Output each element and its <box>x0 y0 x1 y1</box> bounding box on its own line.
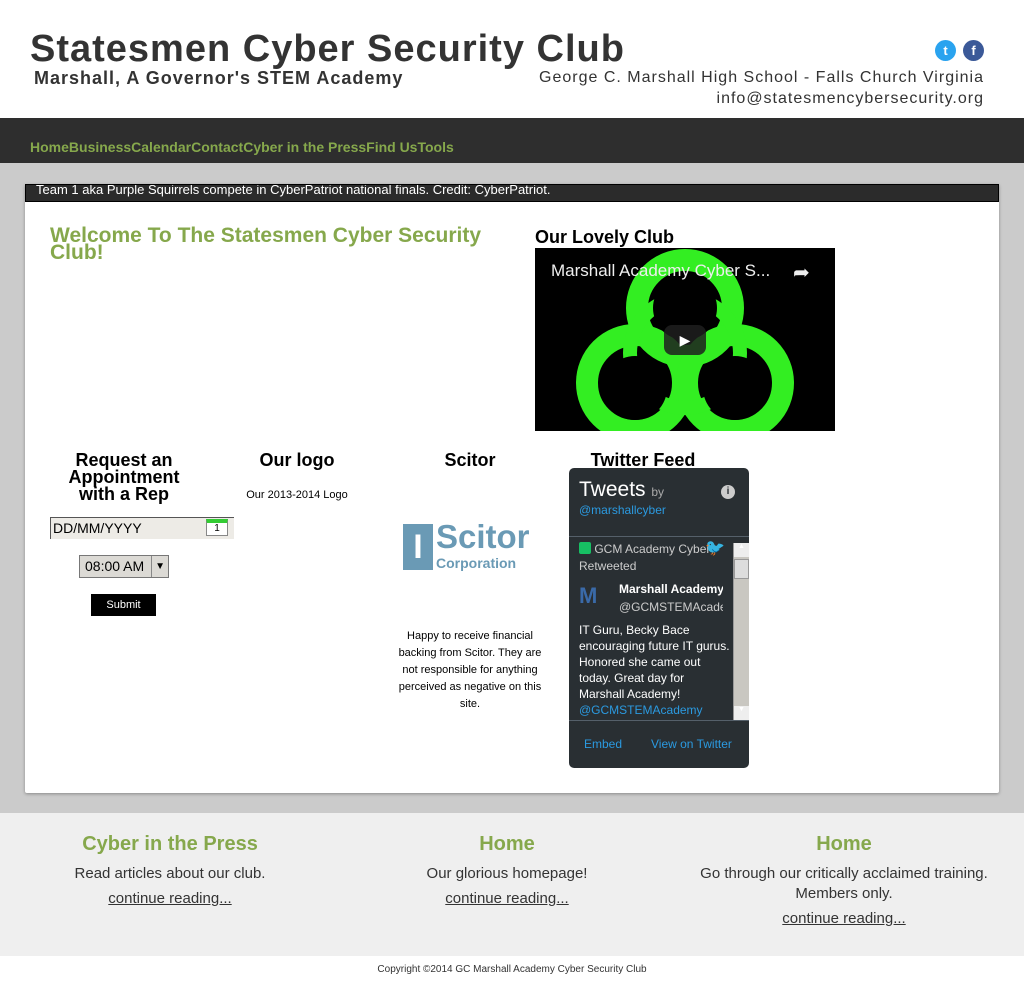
slideshow-caption[interactable]: Team 1 aka Purple Squirrels compete in C… <box>25 184 999 202</box>
author-avatar[interactable]: M <box>579 583 609 609</box>
video-title[interactable]: Marshall Academy Cyber S... <box>551 261 770 281</box>
time-select[interactable]: 08:00 AM ▼ <box>79 555 169 578</box>
video-player[interactable]: Marshall Academy Cyber S... ➦ ▶ <box>535 248 835 431</box>
retweet-icon <box>579 542 591 554</box>
scitor-logo-sub: Corporation <box>436 555 517 571</box>
nav-contact[interactable]: Contact <box>191 139 243 155</box>
site-title[interactable]: Statesmen Cyber Security Club <box>30 28 625 71</box>
continue-reading-link[interactable]: continue reading... <box>0 890 340 907</box>
date-input[interactable]: DD/MM/YYYY 1 <box>50 517 234 539</box>
email[interactable]: info@statesmencybersecurity.org <box>539 88 984 109</box>
calendar-icon[interactable]: 1 <box>206 519 228 536</box>
school-name: George C. Marshall High School - Falls C… <box>539 69 984 86</box>
scitor-text: Happy to receive financial backing from … <box>398 630 542 710</box>
twitter-handle[interactable]: @marshallcyber <box>579 503 666 517</box>
footer-col-title[interactable]: Cyber in the Press <box>0 833 340 856</box>
nav-calendar[interactable]: Calendar <box>131 139 191 155</box>
nav-find-us[interactable]: Find Us <box>366 139 417 155</box>
continue-reading-link[interactable]: continue reading... <box>337 890 677 907</box>
footer-col-training: Home Go through our critically acclaimed … <box>684 833 1004 927</box>
club-heading: Our Lovely Club <box>535 227 675 247</box>
nav-cyber-press[interactable]: Cyber in the Press <box>243 139 366 155</box>
scrollbar[interactable]: ▲ ▼ <box>733 543 749 720</box>
tweets-title: Tweets by <box>579 478 665 501</box>
tweet-mention[interactable]: @GCMSTEMAcademy <box>579 702 731 718</box>
contact-info: George C. Marshall High School - Falls C… <box>539 67 984 109</box>
tweet-text: IT Guru, Becky Bace encouraging future I… <box>579 622 731 720</box>
tweet-author-handle[interactable]: @GCMSTEMAcademy <box>619 600 723 614</box>
play-button[interactable]: ▶ <box>664 325 706 355</box>
scitor-logo[interactable]: I Scitor Corporation <box>403 518 538 572</box>
divider <box>569 720 749 721</box>
divider <box>569 536 749 537</box>
twitter-bird-icon: 🐦 <box>705 540 725 557</box>
view-on-twitter-link[interactable]: View on Twitter <box>651 737 732 751</box>
twitter-widget: Tweets by @marshallcyber i GCM Academy C… <box>569 468 749 768</box>
logo-heading: Our logo <box>259 450 335 470</box>
footer-col-desc: Go through our critically acclaimed trai… <box>700 865 988 902</box>
footer-col-desc: Our glorious homepage! <box>426 865 588 882</box>
continue-reading-link[interactable]: continue reading... <box>684 910 1004 927</box>
welcome-heading: Welcome To The Statesmen Cyber Security … <box>50 224 482 264</box>
nav-menu: Home Business Calendar Contact Cyber in … <box>30 139 454 155</box>
footer-col-desc: Read articles about our club. <box>74 865 266 882</box>
copyright: Copyright ©2014 GC Marshall Academy Cybe… <box>377 964 647 975</box>
nav-tools[interactable]: Tools <box>417 139 453 155</box>
embed-link[interactable]: Embed <box>584 737 622 751</box>
facebook-icon[interactable]: f <box>963 40 984 61</box>
scitor-heading: Scitor <box>444 450 496 470</box>
scitor-logo-text: Scitor <box>436 518 530 555</box>
logo-caption: Our 2013-2014 Logo <box>246 489 348 501</box>
date-placeholder: DD/MM/YYYY <box>53 520 142 536</box>
retweet-label: GCM Academy Cyber Retweeted <box>579 542 711 573</box>
appointment-heading: Request an Appointment with a Rep <box>68 450 180 504</box>
twitter-icon[interactable]: t <box>935 40 956 61</box>
tweet-author[interactable]: Marshall Academy <box>619 582 723 596</box>
tweet-body: IT Guru, Becky Bace encouraging future I… <box>579 623 730 701</box>
footer-col-title[interactable]: Home <box>337 833 677 856</box>
info-icon[interactable]: i <box>721 485 735 499</box>
nav-business[interactable]: Business <box>69 139 131 155</box>
footer-col-title[interactable]: Home <box>684 833 1004 856</box>
site-subtitle: Marshall, A Governor's STEM Academy <box>34 68 404 88</box>
chevron-down-icon[interactable]: ▼ <box>151 556 165 577</box>
time-value: 08:00 AM <box>85 558 145 574</box>
submit-button[interactable]: Submit <box>91 594 156 616</box>
footer-col-home: Home Our glorious homepage! continue readi… <box>337 833 677 907</box>
nav-home[interactable]: Home <box>30 139 69 155</box>
footer-col-press: Cyber in the Press Read articles about ou… <box>0 833 340 907</box>
share-icon[interactable]: ➦ <box>793 260 810 285</box>
